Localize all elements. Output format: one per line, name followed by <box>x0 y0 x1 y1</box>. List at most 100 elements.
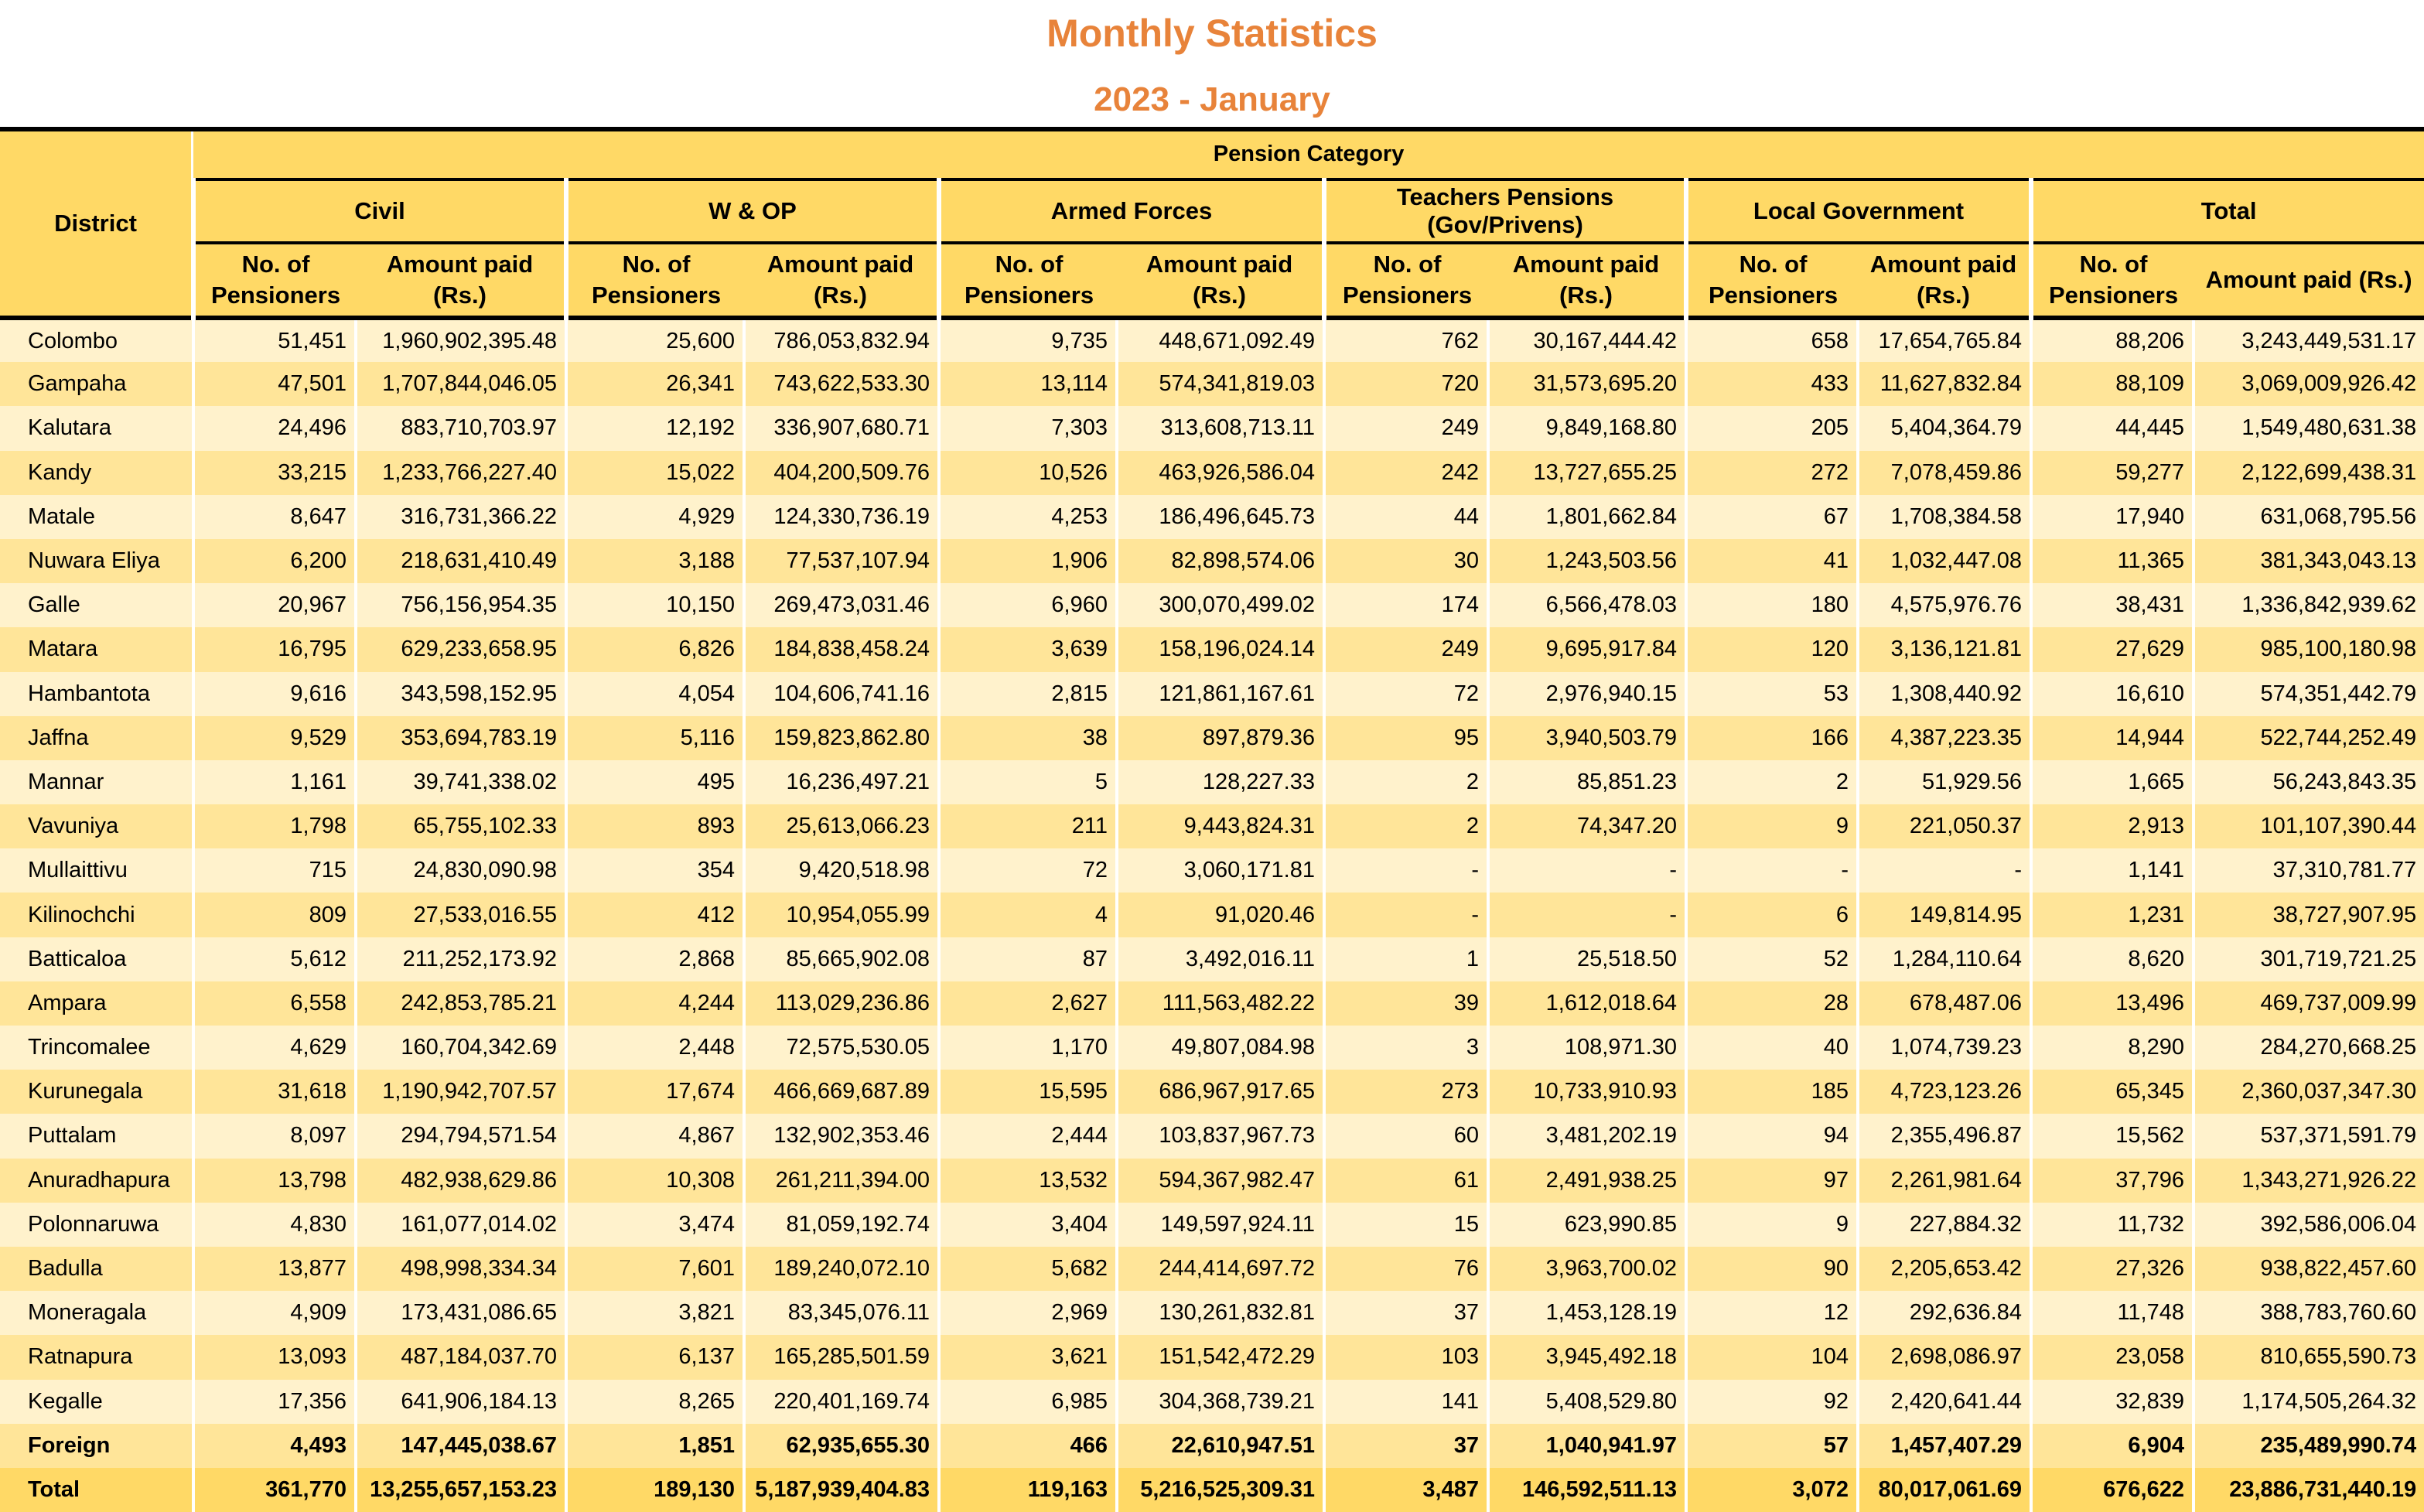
value-cell: 10,308 <box>565 1158 744 1203</box>
value-cell: 7,303 <box>937 406 1117 451</box>
value-cell: 594,367,982.47 <box>1115 1158 1324 1203</box>
table-row: Puttalam 8,097 294,794,571.54 4,867 132,902,… <box>0 1114 2424 1159</box>
value-cell: 30,167,444.42 <box>1487 315 1686 363</box>
value-cell: - <box>1487 893 1686 937</box>
district-cell: Batticaloa <box>0 937 193 981</box>
value-cell: 174 <box>1323 583 1488 628</box>
value-cell: 3,945,492.18 <box>1487 1335 1686 1380</box>
district-cell: Badulla <box>0 1246 193 1292</box>
pension-category-header: Pension Category <box>193 127 2424 179</box>
value-cell: 57 <box>1685 1423 1858 1468</box>
value-cell: 466 <box>937 1423 1117 1468</box>
value-cell: 433 <box>1685 362 1858 407</box>
district-cell: Moneragala <box>0 1291 193 1336</box>
value-cell: 3 <box>1323 1026 1488 1070</box>
value-cell: 132,902,353.46 <box>743 1114 939 1159</box>
table-row: Ampara 6,558 242,853,785.21 4,244 113,029,23… <box>0 981 2424 1026</box>
value-cell: 16,610 <box>2030 671 2194 716</box>
value-cell: 12,192 <box>565 406 744 451</box>
value-cell: 2,698,086.97 <box>1856 1335 2031 1380</box>
value-cell: 2,913 <box>2030 804 2194 849</box>
value-cell: 495 <box>565 759 744 805</box>
subheader-total-amount: Amount paid (Rs.) <box>2194 241 2424 318</box>
value-cell: 9,695,917.84 <box>1487 627 1686 672</box>
value-cell: - <box>1323 848 1488 893</box>
value-cell: 91,020.46 <box>1115 893 1324 937</box>
value-cell: 448,671,092.49 <box>1115 315 1324 363</box>
value-cell: 2 <box>1685 759 1858 805</box>
value-cell: 404,200,509.76 <box>743 450 939 495</box>
value-cell: 158,196,024.14 <box>1115 627 1324 672</box>
value-cell: 72,575,530.05 <box>743 1026 939 1070</box>
value-cell: 13,877 <box>192 1246 356 1292</box>
group-header-local-government: Local Government <box>1684 178 2031 243</box>
value-cell: 6,137 <box>565 1335 744 1380</box>
value-cell: 30 <box>1323 538 1488 584</box>
value-cell: 8,620 <box>2030 937 2194 981</box>
value-cell: 15,022 <box>565 450 744 495</box>
value-cell: 294,794,571.54 <box>354 1114 566 1159</box>
value-cell: 90 <box>1685 1246 1858 1292</box>
table-row: Batticaloa 5,612 211,252,173.92 2,868 85,665… <box>0 937 2424 981</box>
value-cell: 160,704,342.69 <box>354 1026 566 1070</box>
value-cell: 1,707,844,046.05 <box>354 362 566 407</box>
value-cell: 8,265 <box>565 1379 744 1424</box>
value-cell: 25,518.50 <box>1487 937 1686 981</box>
value-cell: 4,054 <box>565 671 744 716</box>
value-cell: 87 <box>937 937 1117 981</box>
value-cell: 469,737,009.99 <box>2191 981 2424 1026</box>
district-cell: Mullaittivu <box>0 848 193 893</box>
value-cell: 147,445,038.67 <box>354 1423 566 1468</box>
value-cell: 65,755,102.33 <box>354 804 566 849</box>
value-cell: 24,496 <box>192 406 356 451</box>
value-cell: 3,963,700.02 <box>1487 1246 1686 1292</box>
value-cell: 37 <box>1323 1291 1488 1336</box>
value-cell: 284,270,668.25 <box>2191 1026 2424 1070</box>
value-cell: 3,188 <box>565 538 744 584</box>
value-cell: 629,233,658.95 <box>354 627 566 672</box>
value-cell: 23,058 <box>2030 1335 2194 1380</box>
district-cell: Vavuniya <box>0 804 193 849</box>
value-cell: - <box>1856 848 2031 893</box>
district-cell: Kalutara <box>0 406 193 451</box>
value-cell: 1,665 <box>2030 759 2194 805</box>
value-cell: 720 <box>1323 362 1488 407</box>
value-cell: 1,851 <box>565 1423 744 1468</box>
value-cell: 336,907,680.71 <box>743 406 939 451</box>
value-cell: 97 <box>1685 1158 1858 1203</box>
value-cell: 13,114 <box>937 362 1117 407</box>
value-cell: 883,710,703.97 <box>354 406 566 451</box>
table-row: Jaffna 9,529 353,694,783.19 5,116 159,823,86… <box>0 715 2424 760</box>
value-cell: 2,448 <box>565 1026 744 1070</box>
value-cell: 8,290 <box>2030 1026 2194 1070</box>
value-cell: 715 <box>192 848 356 893</box>
value-cell: 2 <box>1323 804 1488 849</box>
value-cell: 1,141 <box>2030 848 2194 893</box>
value-cell: 6,904 <box>2030 1423 2194 1468</box>
value-cell: 189,130 <box>565 1467 744 1512</box>
value-cell: 6,985 <box>937 1379 1117 1424</box>
value-cell: 32,839 <box>2030 1379 2194 1424</box>
value-cell: 124,330,736.19 <box>743 494 939 539</box>
value-cell: 1,170 <box>937 1026 1117 1070</box>
value-cell: 498,998,334.34 <box>354 1246 566 1292</box>
value-cell: 26,341 <box>565 362 744 407</box>
value-cell: 249 <box>1323 406 1488 451</box>
district-cell: Puttalam <box>0 1114 193 1159</box>
value-cell: 1,308,440.92 <box>1856 671 2031 716</box>
value-cell: 1,457,407.29 <box>1856 1423 2031 1468</box>
value-cell: 39 <box>1323 981 1488 1026</box>
value-cell: 463,926,586.04 <box>1115 450 1324 495</box>
value-cell: 3,492,016.11 <box>1115 937 1324 981</box>
value-cell: 37,796 <box>2030 1158 2194 1203</box>
value-cell: 353,694,783.19 <box>354 715 566 760</box>
subheader-local-government-pensioners: No. of Pensioners <box>1684 241 1858 318</box>
table-row: Mullaittivu 715 24,830,090.98 354 9,420,518.… <box>0 848 2424 893</box>
value-cell: 5,187,939,404.83 <box>743 1467 939 1512</box>
value-cell: 6,826 <box>565 627 744 672</box>
value-cell: 104,606,741.16 <box>743 671 939 716</box>
value-cell: 4,723,123.26 <box>1856 1070 2031 1114</box>
value-cell: 27,326 <box>2030 1246 2194 1292</box>
value-cell: 388,783,760.60 <box>2191 1291 2424 1336</box>
value-cell: 762 <box>1323 315 1488 363</box>
